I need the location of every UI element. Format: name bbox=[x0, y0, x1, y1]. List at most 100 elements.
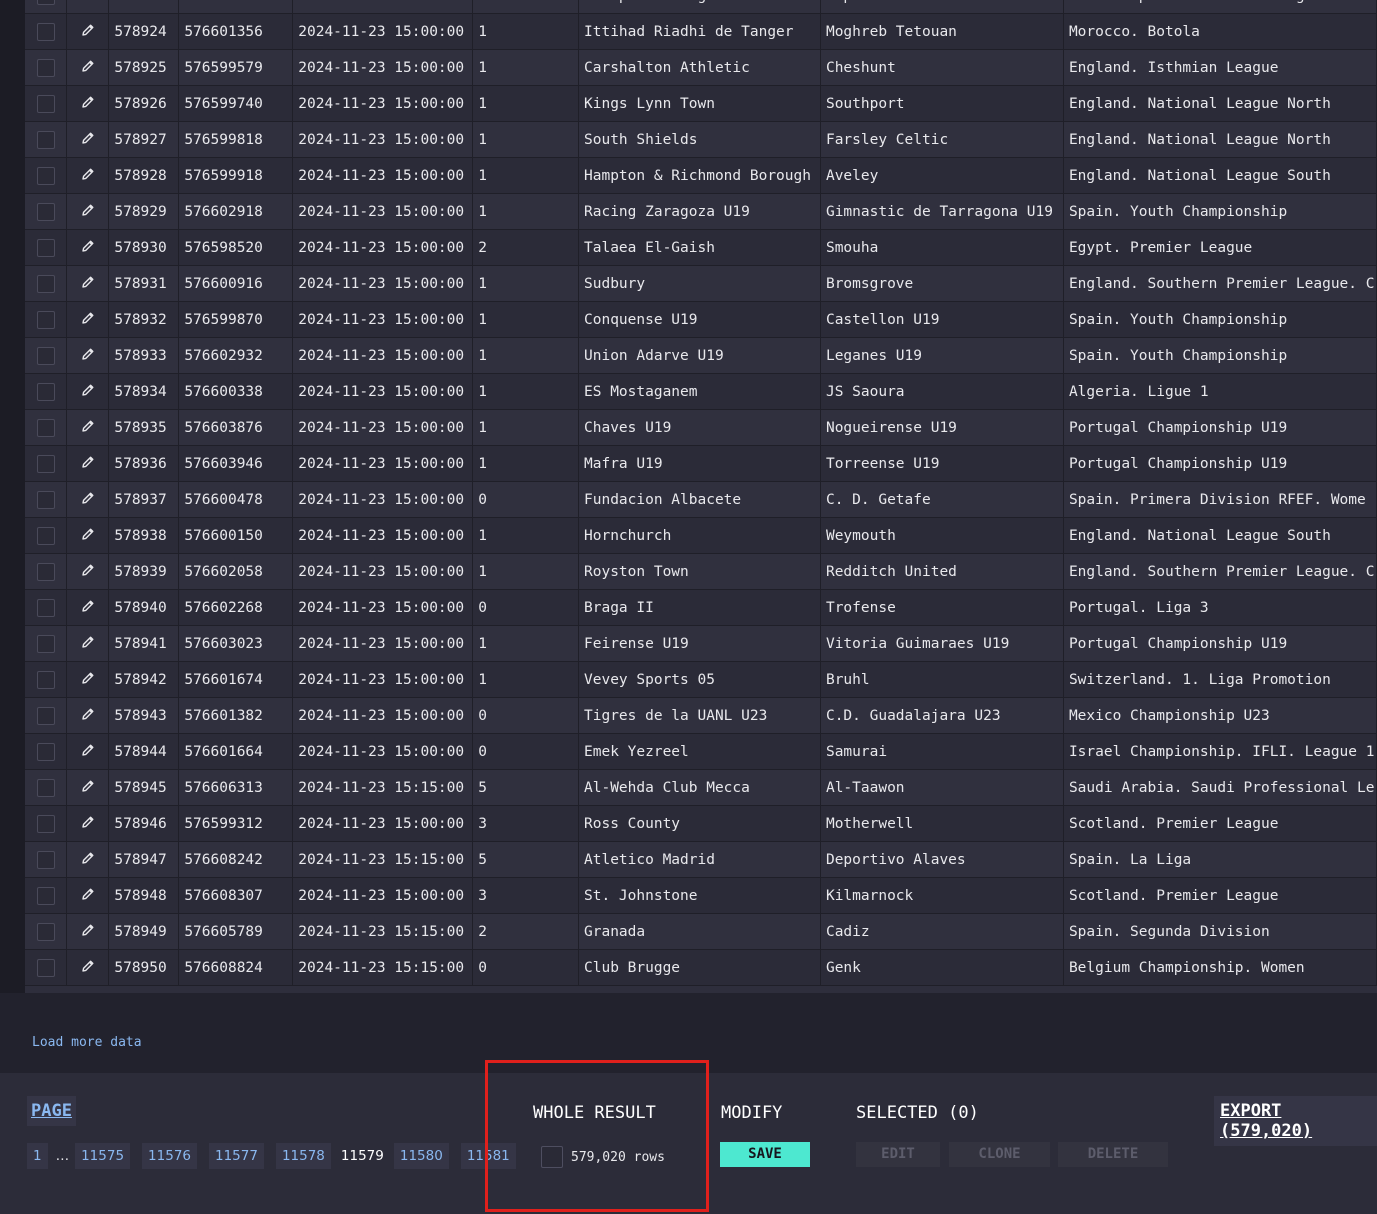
row-checkbox[interactable] bbox=[36, 886, 55, 905]
row-checkbox[interactable] bbox=[36, 958, 55, 977]
event-id-cell: 576599870 bbox=[178, 301, 294, 338]
table-row: 578931 576600916 2024-11-23 15:00:00 1 Sudbu… bbox=[25, 265, 1377, 302]
pencil-icon[interactable] bbox=[81, 887, 95, 905]
table-row: 5789235766017422024-11-23 15:00:001FK Sp… bbox=[25, 0, 1377, 14]
pencil-icon[interactable] bbox=[81, 275, 95, 293]
league-cell: Scotland. Premier League bbox=[1063, 877, 1377, 914]
pencil-icon[interactable] bbox=[81, 59, 95, 77]
row-checkbox[interactable] bbox=[36, 922, 55, 941]
table-row: 578950 576608824 2024-11-23 15:15:00 0 Club … bbox=[25, 949, 1377, 986]
status-cell: 2 bbox=[472, 229, 579, 266]
start-time-cell: 2024-11-23 15:15:00 bbox=[292, 841, 474, 878]
row-checkbox[interactable] bbox=[36, 418, 55, 437]
league-cell: Mexico Championship U23 bbox=[1063, 697, 1377, 734]
status-cell: 3 bbox=[472, 877, 579, 914]
home-team-cell: Hampton & Richmond Borough bbox=[578, 157, 821, 194]
row-checkbox[interactable] bbox=[36, 850, 55, 869]
pencil-icon[interactable] bbox=[81, 527, 95, 545]
row-checkbox[interactable] bbox=[36, 274, 55, 293]
pencil-icon[interactable] bbox=[81, 347, 95, 365]
delete-button[interactable]: DELETE bbox=[1058, 1142, 1168, 1167]
row-select-cell bbox=[25, 409, 68, 446]
page-link[interactable]: 11580 bbox=[393, 1143, 449, 1169]
save-button[interactable]: SAVE bbox=[720, 1142, 810, 1167]
row-checkbox[interactable] bbox=[36, 130, 55, 149]
pencil-icon[interactable] bbox=[81, 23, 95, 41]
row-checkbox[interactable] bbox=[36, 202, 55, 221]
row-edit-cell bbox=[66, 589, 110, 626]
pencil-icon[interactable] bbox=[81, 131, 95, 149]
away-team-cell: Trofense bbox=[820, 589, 1064, 626]
page-heading-link[interactable]: PAGE bbox=[27, 1096, 76, 1126]
row-edit-cell bbox=[66, 229, 110, 266]
pencil-icon[interactable] bbox=[81, 203, 95, 221]
away-team-cell: C.D. Guadalajara U23 bbox=[820, 697, 1064, 734]
load-more-link[interactable]: Load more data bbox=[32, 1035, 142, 1050]
row-checkbox[interactable] bbox=[36, 58, 55, 77]
home-team-cell: Hornchurch bbox=[578, 517, 821, 554]
row-checkbox[interactable] bbox=[36, 814, 55, 833]
row-checkbox[interactable] bbox=[36, 634, 55, 653]
page-link[interactable]: 11578 bbox=[275, 1143, 331, 1169]
start-time-cell: 2024-11-23 15:00:00 bbox=[292, 553, 474, 590]
row-checkbox[interactable] bbox=[36, 562, 55, 581]
event-id-cell: 576600478 bbox=[178, 481, 294, 518]
clone-button[interactable]: CLONE bbox=[949, 1142, 1050, 1167]
pencil-icon[interactable] bbox=[81, 815, 95, 833]
pencil-icon[interactable] bbox=[81, 779, 95, 797]
page-link[interactable]: 11575 bbox=[75, 1143, 131, 1169]
pencil-icon[interactable] bbox=[81, 419, 95, 437]
row-checkbox[interactable] bbox=[36, 742, 55, 761]
export-button[interactable]: EXPORT (579,020) bbox=[1214, 1096, 1377, 1146]
pencil-icon[interactable] bbox=[81, 635, 95, 653]
row-checkbox[interactable] bbox=[36, 310, 55, 329]
pencil-icon[interactable] bbox=[81, 383, 95, 401]
pencil-icon[interactable] bbox=[81, 167, 95, 185]
pencil-icon[interactable] bbox=[81, 455, 95, 473]
league-cell: Portugal. Liga 3 bbox=[1063, 589, 1377, 626]
pencil-icon[interactable] bbox=[81, 707, 95, 725]
league-cell: Spain. Youth Championship bbox=[1063, 337, 1377, 374]
row-checkbox[interactable] bbox=[36, 22, 55, 41]
id-cell: 578944 bbox=[108, 733, 180, 770]
row-checkbox[interactable] bbox=[36, 454, 55, 473]
row-checkbox[interactable] bbox=[36, 382, 55, 401]
page-link[interactable]: 11577 bbox=[209, 1143, 264, 1169]
row-checkbox[interactable] bbox=[36, 670, 55, 689]
pencil-icon[interactable] bbox=[81, 959, 95, 977]
pencil-icon[interactable] bbox=[81, 671, 95, 689]
page-link-first[interactable]: 1 bbox=[27, 1143, 48, 1169]
row-edit-cell bbox=[66, 301, 110, 338]
league-cell: Scotland. Premier League bbox=[1063, 805, 1377, 842]
pencil-icon[interactable] bbox=[81, 851, 95, 869]
pencil-icon[interactable] bbox=[81, 923, 95, 941]
row-checkbox[interactable] bbox=[36, 526, 55, 545]
row-checkbox[interactable] bbox=[36, 238, 55, 257]
pencil-icon[interactable] bbox=[81, 743, 95, 761]
league-cell: Algeria. Ligue 1 bbox=[1063, 373, 1377, 410]
home-team-cell: Chaves U19 bbox=[578, 409, 821, 446]
row-checkbox[interactable] bbox=[36, 94, 55, 113]
id-cell: 578932 bbox=[108, 301, 180, 338]
pencil-icon[interactable] bbox=[81, 599, 95, 617]
pencil-icon[interactable] bbox=[81, 95, 95, 113]
row-checkbox[interactable] bbox=[36, 166, 55, 185]
row-checkbox[interactable] bbox=[36, 346, 55, 365]
row-checkbox[interactable] bbox=[36, 490, 55, 509]
pencil-icon[interactable] bbox=[81, 311, 95, 329]
pencil-icon[interactable] bbox=[81, 491, 95, 509]
edit-button[interactable]: EDIT bbox=[856, 1142, 940, 1167]
page-link[interactable]: 11576 bbox=[142, 1143, 197, 1169]
row-checkbox[interactable] bbox=[36, 0, 55, 5]
start-time-cell: 2024-11-23 15:15:00 bbox=[292, 913, 474, 950]
row-checkbox[interactable] bbox=[36, 778, 55, 797]
pencil-icon[interactable] bbox=[81, 239, 95, 257]
pencil-icon[interactable] bbox=[81, 0, 95, 5]
home-team-cell: Ittihad Riadhi de Tanger bbox=[578, 13, 821, 50]
home-team-cell: Kings Lynn Town bbox=[578, 85, 821, 122]
row-checkbox[interactable] bbox=[36, 598, 55, 617]
home-team-cell: Tigres de la UANL U23 bbox=[578, 697, 821, 734]
status-cell: 0 bbox=[472, 949, 579, 986]
pencil-icon[interactable] bbox=[81, 563, 95, 581]
row-checkbox[interactable] bbox=[36, 706, 55, 725]
